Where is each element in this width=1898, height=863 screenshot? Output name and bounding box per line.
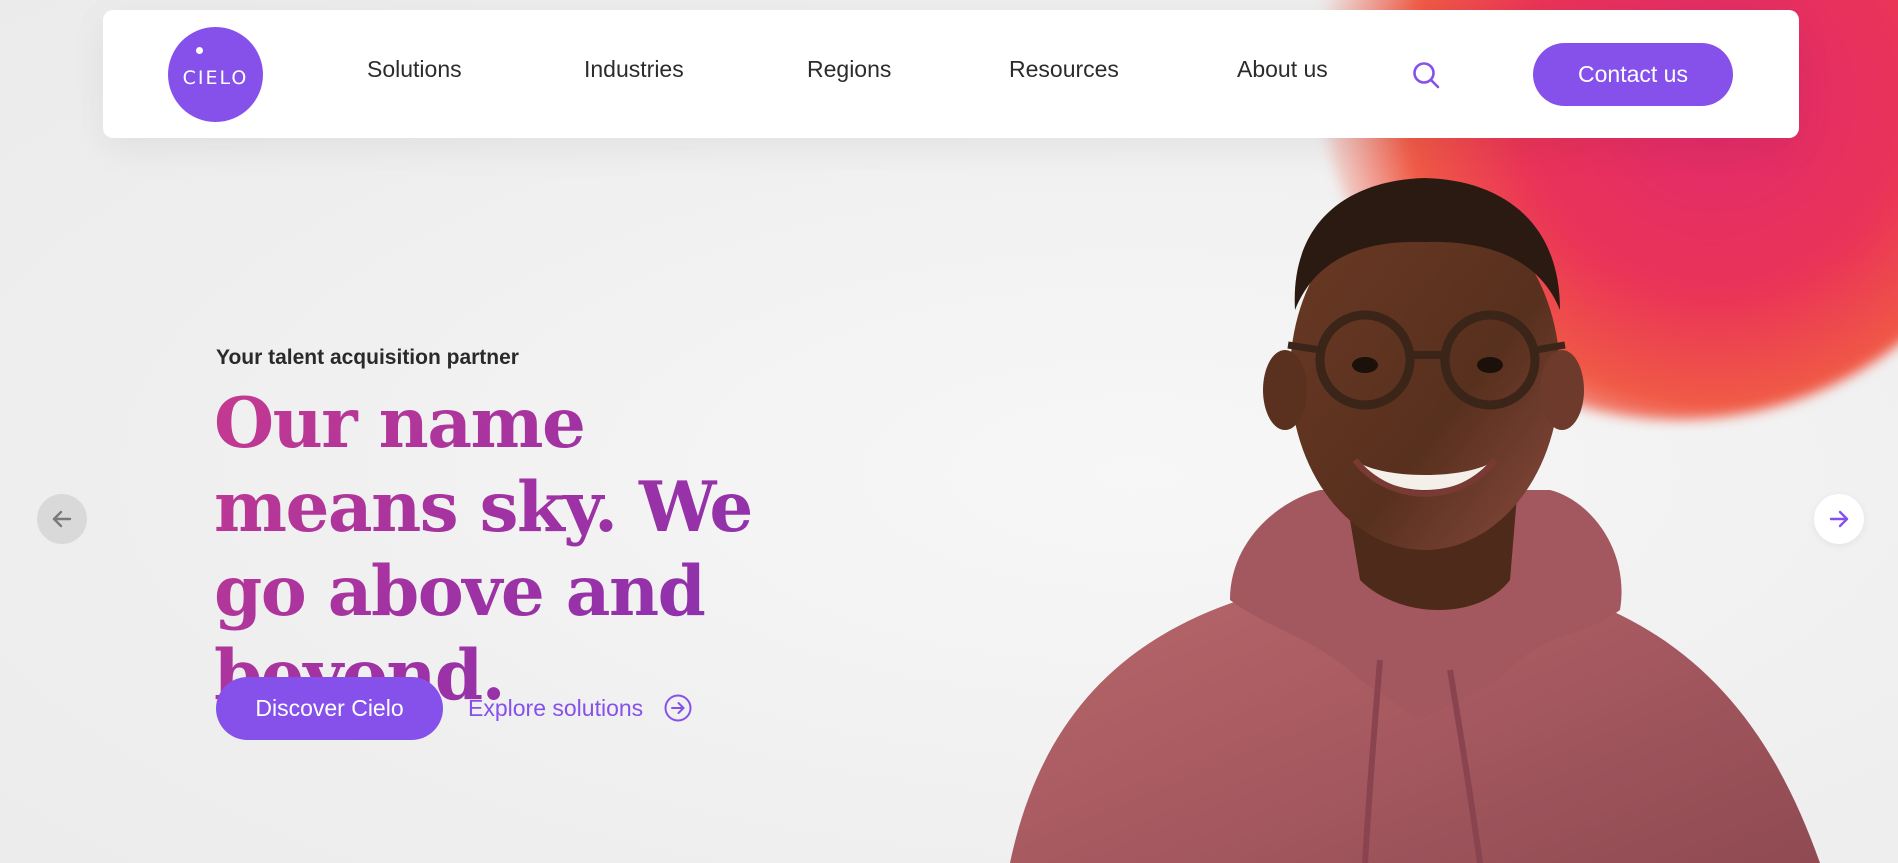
nav-item-about-us[interactable]: About us (1237, 56, 1328, 83)
hero-page: CIELO Solutions Industries Regions Resou… (0, 0, 1898, 863)
nav-item-resources[interactable]: Resources (1009, 56, 1119, 83)
hero-eyebrow: Your talent acquisition partner (216, 346, 519, 369)
main-navbar: CIELO Solutions Industries Regions Resou… (103, 10, 1799, 138)
arrow-right-circle-icon (664, 694, 692, 722)
arrow-left-icon (52, 510, 72, 528)
explore-solutions-label: Explore solutions (468, 694, 644, 721)
contact-us-button[interactable]: Contact us (1533, 43, 1733, 106)
search-icon[interactable] (1411, 60, 1441, 90)
logo-dot (196, 47, 203, 54)
arrow-right-icon (1829, 510, 1849, 528)
carousel-prev-button[interactable] (37, 494, 87, 544)
nav-item-regions[interactable]: Regions (807, 56, 891, 83)
hero-headline: Our name means sky. We go above and beyo… (214, 382, 834, 718)
carousel-next-button[interactable] (1814, 494, 1864, 544)
nav-item-solutions[interactable]: Solutions (367, 56, 462, 83)
hero-person-photo (1010, 178, 1820, 863)
logo-text: CIELO (182, 66, 249, 89)
cielo-logo[interactable]: CIELO (168, 27, 263, 122)
nav-item-industries[interactable]: Industries (584, 56, 684, 83)
discover-cielo-button[interactable]: Discover Cielo (216, 677, 443, 740)
explore-solutions-link[interactable]: Explore solutions (468, 690, 693, 726)
